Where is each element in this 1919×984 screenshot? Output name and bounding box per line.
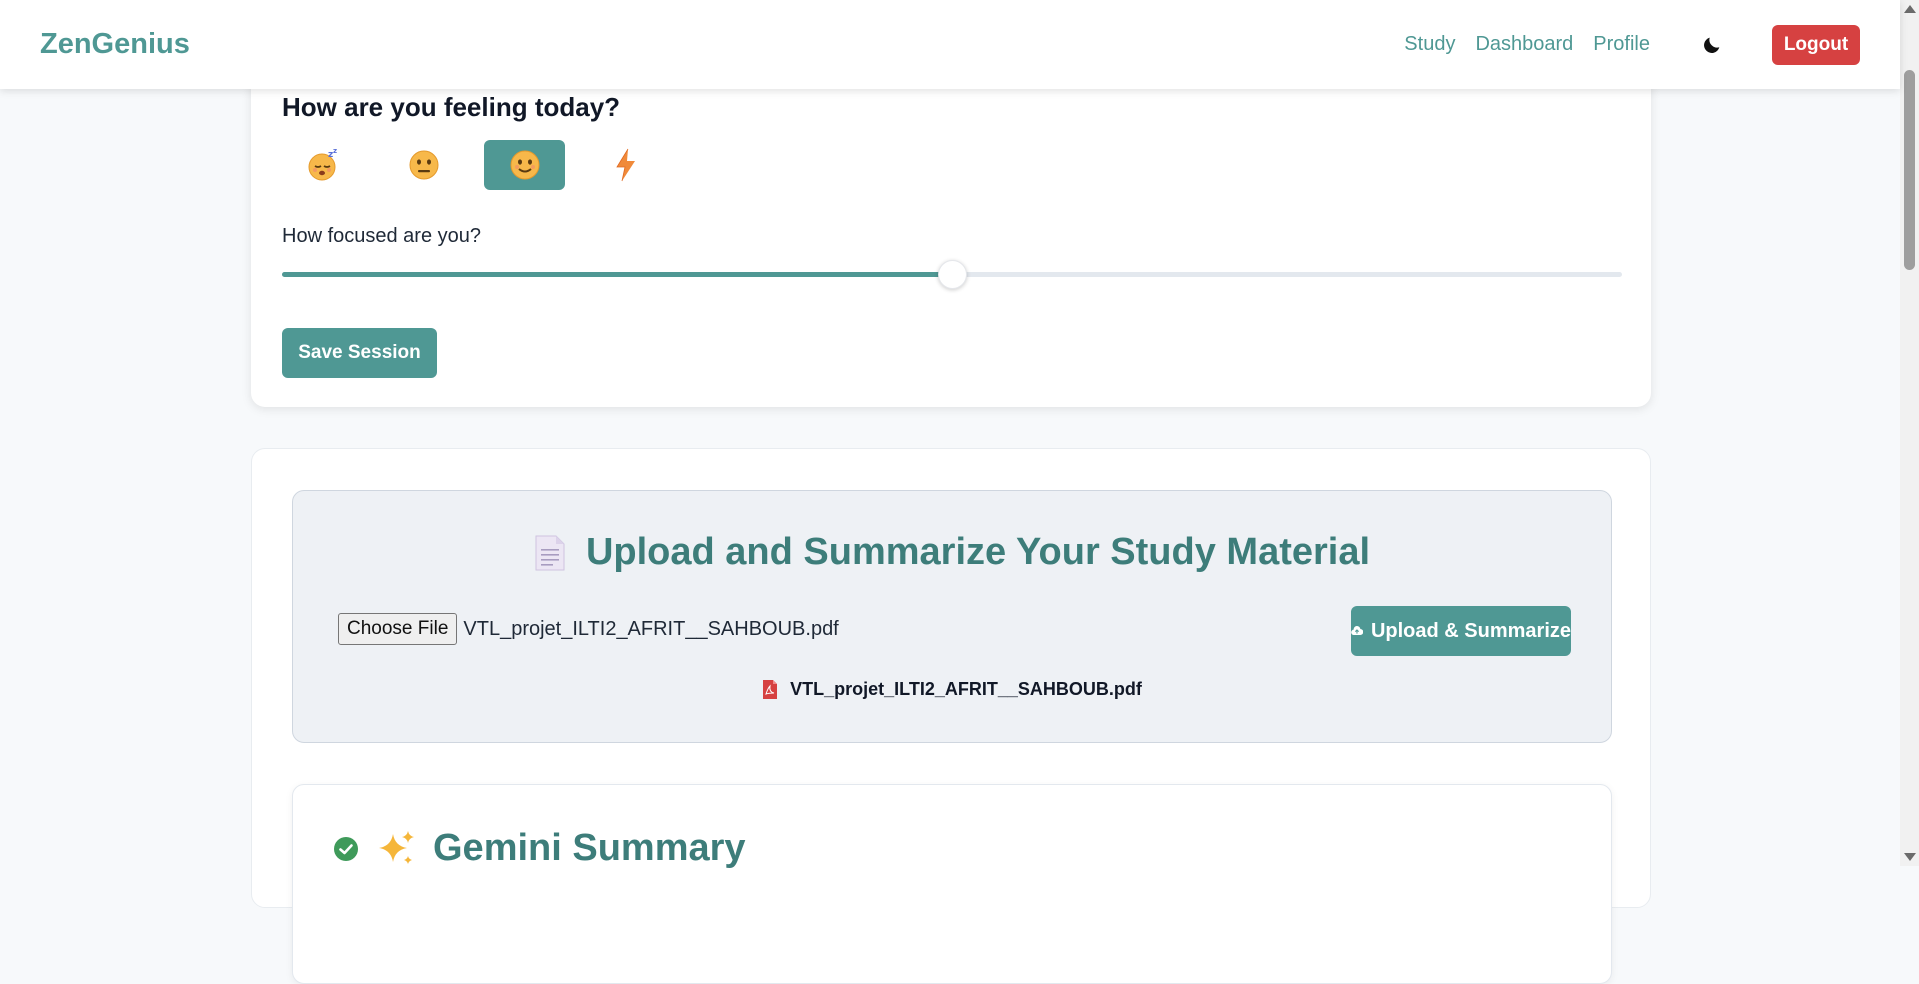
upload-title: Upload and Summarize Your Study Material: [585, 531, 1371, 573]
check-circle-icon: [334, 836, 358, 861]
upload-summarize-button[interactable]: Upload & Summarize: [1351, 606, 1571, 656]
nav-links: Study Dashboard Profile Logout: [1404, 24, 1860, 65]
focus-slider[interactable]: [282, 260, 1622, 289]
top-navbar: ZenGenius Study Dashboard Profile Logout: [0, 0, 1900, 89]
mood-card: How are you feeling today? z z How focus…: [251, 60, 1651, 407]
lightning-icon: [615, 148, 635, 182]
focus-slider-thumb[interactable]: [938, 260, 967, 289]
upload-header: Upload and Summarize Your Study Material: [293, 531, 1611, 574]
choose-file-button[interactable]: Choose File: [338, 613, 458, 645]
mood-option-neutral[interactable]: [383, 140, 464, 190]
summary-card: Gemini Summary: [292, 784, 1612, 984]
page-scrollbar[interactable]: [1900, 0, 1919, 866]
study-material-card: Upload and Summarize Your Study Material…: [251, 448, 1651, 984]
focus-slider-fill: [282, 272, 952, 277]
upload-summarize-label: Upload & Summarize: [1370, 619, 1571, 642]
scroll-thumb[interactable]: [1904, 70, 1915, 270]
uploaded-file: VTL_projet_ILTI2_AFRIT__SAHBOUB.pdf: [293, 679, 1611, 700]
nav-link-study[interactable]: Study: [1404, 33, 1455, 56]
logout-button[interactable]: Logout: [1772, 24, 1860, 65]
pdf-file-icon: [763, 680, 778, 699]
moon-icon[interactable]: [1694, 27, 1730, 63]
upload-panel: Upload and Summarize Your Study Material…: [292, 490, 1612, 743]
mood-option-energetic[interactable]: [585, 140, 666, 190]
uploaded-file-name: VTL_projet_ILTI2_AFRIT__SAHBOUB.pdf: [790, 679, 1142, 699]
mood-option-happy[interactable]: [484, 140, 565, 190]
mood-options: z z: [282, 140, 666, 190]
document-icon: [535, 535, 565, 570]
mood-option-sleepy[interactable]: z z: [282, 140, 363, 190]
save-session-button[interactable]: Save Session: [282, 328, 437, 378]
scroll-down-arrow-icon[interactable]: [1904, 853, 1916, 861]
nav-link-profile[interactable]: Profile: [1593, 33, 1650, 56]
focus-label: How focused are you?: [282, 225, 482, 247]
nav-link-dashboard[interactable]: Dashboard: [1475, 33, 1573, 56]
smiling-face-icon: [510, 150, 539, 180]
neutral-face-icon: [409, 150, 438, 180]
scroll-up-arrow-icon[interactable]: [1904, 5, 1916, 13]
svg-text:z: z: [333, 148, 337, 155]
file-picker: Choose File VTL_projet_ILTI2_AFRIT__SAHB…: [338, 613, 839, 645]
cloud-upload-icon: [1351, 626, 1363, 635]
summary-header: Gemini Summary: [333, 827, 746, 870]
brand-logo[interactable]: ZenGenius: [40, 28, 190, 61]
selected-file-name: VTL_projet_ILTI2_AFRIT__SAHBOUB.pdf: [463, 617, 839, 640]
mood-title: How are you feeling today?: [282, 92, 621, 122]
sparkles-icon: [379, 830, 414, 864]
sleepy-face-icon: z z: [308, 148, 337, 181]
summary-title: Gemini Summary: [433, 827, 746, 869]
